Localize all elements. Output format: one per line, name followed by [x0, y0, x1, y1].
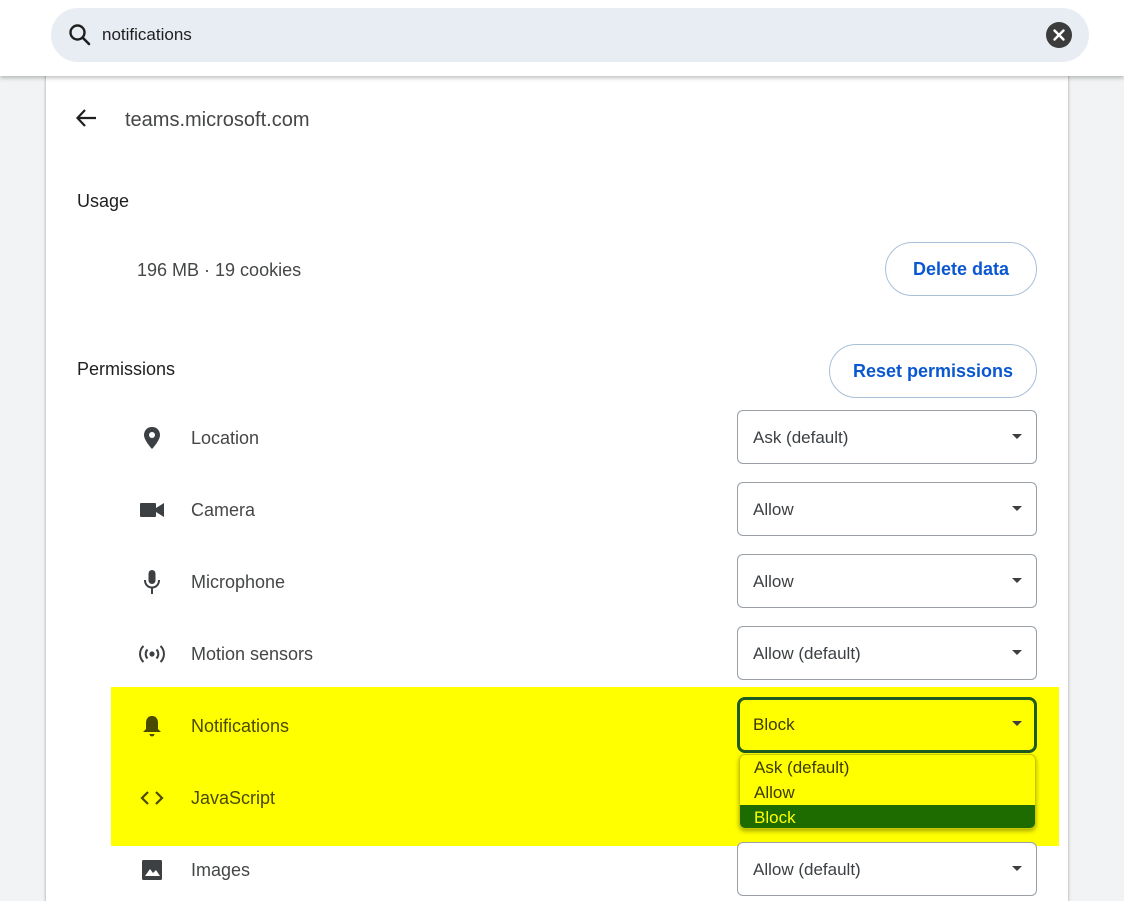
microphone-select[interactable]: Allow	[737, 554, 1037, 608]
permission-label-javascript: JavaScript	[191, 788, 276, 808]
permission-label-notifications: Notifications	[191, 716, 290, 736]
location-select-value: Ask (default)	[753, 428, 849, 447]
location-select[interactable]: Ask (default)	[737, 410, 1037, 464]
search-input[interactable]: notifications	[102, 25, 192, 45]
reset-permissions-button[interactable]: Reset permissions	[829, 344, 1037, 398]
search-field[interactable]: notifications	[51, 8, 1089, 62]
permission-label-location: Location	[191, 428, 260, 448]
back-arrow-icon[interactable]	[75, 106, 99, 130]
dropdown-option-ask-default[interactable]: Ask (default)	[740, 755, 1035, 780]
camera-select-value: Allow	[753, 500, 794, 519]
chevron-down-icon	[1012, 721, 1022, 726]
bell-icon	[138, 712, 166, 740]
image-icon	[138, 856, 166, 884]
permission-label-camera: Camera	[191, 500, 256, 520]
permission-label-microphone: Microphone	[191, 572, 286, 592]
dropdown-option-block[interactable]: Block	[740, 805, 1035, 828]
dropdown-option-allow[interactable]: Allow	[740, 780, 1035, 805]
top-search-bar: notifications	[0, 0, 1124, 76]
notifications-select[interactable]: Block	[737, 697, 1037, 753]
images-select-value: Allow (default)	[753, 860, 861, 879]
permission-label-images: Images	[191, 860, 251, 880]
chevron-down-icon	[1012, 866, 1022, 871]
notifications-select-value: Block	[753, 715, 795, 734]
delete-data-button[interactable]: Delete data	[885, 242, 1037, 296]
camera-select[interactable]: Allow	[737, 482, 1037, 536]
clear-search-icon[interactable]	[1046, 22, 1072, 48]
chevron-down-icon	[1012, 650, 1022, 655]
motion-sensors-select-value: Allow (default)	[753, 644, 861, 663]
chevron-down-icon	[1012, 506, 1022, 511]
chevron-down-icon	[1012, 578, 1022, 583]
camera-icon	[138, 496, 166, 524]
images-select[interactable]: Allow (default)	[737, 842, 1037, 896]
microphone-icon	[138, 568, 166, 596]
location-pin-icon	[138, 424, 166, 452]
microphone-select-value: Allow	[753, 572, 794, 591]
chevron-down-icon	[1012, 434, 1022, 439]
motion-sensors-icon	[138, 640, 166, 668]
code-brackets-icon	[138, 784, 166, 812]
page-title: teams.microsoft.com	[125, 109, 310, 131]
motion-sensors-select[interactable]: Allow (default)	[737, 626, 1037, 680]
usage-heading: Usage	[77, 191, 130, 211]
notifications-dropdown-list: Ask (default) Allow Block	[739, 754, 1036, 829]
search-icon	[67, 22, 93, 48]
permissions-heading: Permissions	[77, 359, 176, 379]
permission-label-motion-sensors: Motion sensors	[191, 644, 314, 664]
usage-summary: 196 MB · 19 cookies	[137, 260, 302, 280]
